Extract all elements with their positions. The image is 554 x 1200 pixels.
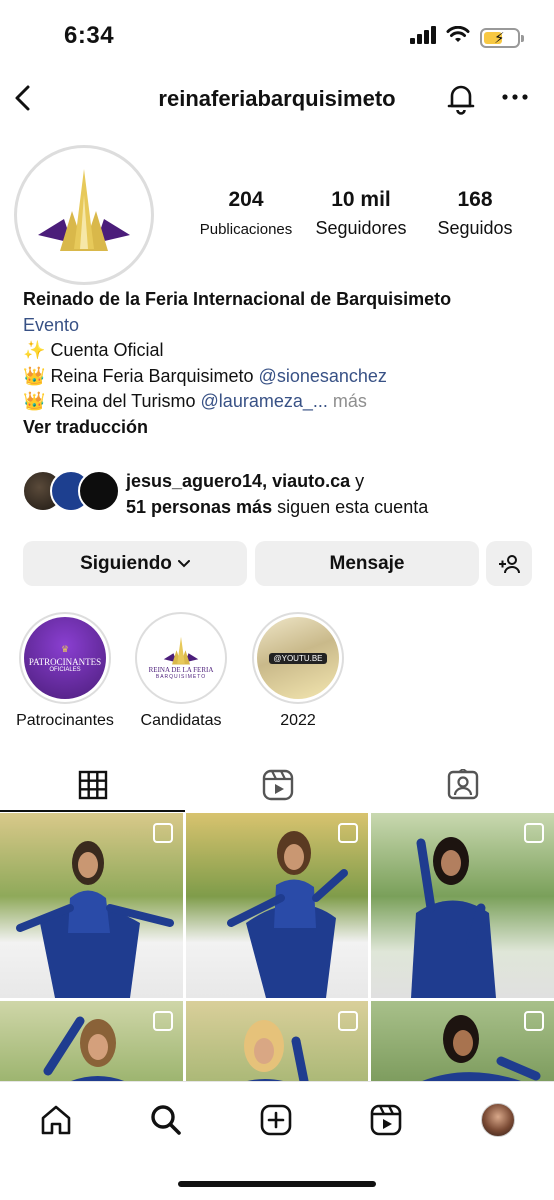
multiple-photos-icon — [338, 823, 358, 843]
mutual-suffix: siguen esta cuenta — [277, 497, 429, 517]
bio-line-2: 👑 Reina Feria Barquisimeto @sionesanchez — [23, 364, 533, 390]
highlight-cover-sub: Oficiales — [49, 666, 81, 673]
add-user-icon — [499, 554, 520, 573]
sparkles-icon: ✨ — [23, 340, 46, 360]
battery-charging-icon: ⚡ — [480, 27, 524, 48]
stat-following-value: 168 — [457, 188, 493, 211]
tab-grid[interactable] — [0, 758, 185, 812]
highlight-label: Patrocinantes — [16, 712, 114, 729]
reels-icon — [262, 769, 293, 801]
tab-reels[interactable] — [185, 758, 370, 812]
stat-followers-label: Seguidores — [315, 218, 407, 238]
bio-line-1-text: Cuenta Oficial — [50, 340, 164, 360]
status-time: 6:34 — [64, 22, 115, 49]
highlight-cover-text: Patrocinantes — [28, 656, 102, 667]
profile-header: reinaferiabarquisimeto — [0, 72, 554, 124]
mutual-followers-text[interactable]: jesus_aguero14, viauto.ca y 51 personas … — [126, 468, 428, 520]
post-tile[interactable] — [0, 1001, 183, 1081]
multiple-photos-icon — [524, 823, 544, 843]
bio-line-3: 👑 Reina del Turismo @laurameza_... más — [23, 389, 533, 415]
multiple-photos-icon — [153, 823, 173, 843]
status-bar: 6:34 ⚡ — [0, 0, 554, 72]
create-icon[interactable] — [256, 1100, 296, 1140]
grid-icon — [78, 770, 107, 800]
profile-bio: Reinado de la Feria Internacional de Bar… — [23, 287, 533, 440]
bell-icon[interactable] — [443, 80, 479, 116]
bio-mention-1[interactable]: @sionesanchez — [259, 366, 387, 386]
following-button[interactable]: Siguiendo — [23, 541, 247, 586]
following-label: Siguiendo — [80, 552, 172, 574]
highlight-2022[interactable]: @YOUTU.BE 2022 — [248, 612, 348, 730]
bio-line-1: ✨ Cuenta Oficial — [23, 338, 533, 364]
home-indicator — [178, 1181, 376, 1187]
bio-mention-2[interactable]: @laurameza_... — [201, 391, 328, 411]
mutual-names: jesus_aguero14, viauto.ca — [126, 471, 351, 491]
add-user-button[interactable] — [486, 541, 532, 586]
highlight-cover-sub: BARQUISIMETO — [155, 674, 207, 680]
mutual-conj: y — [355, 471, 365, 491]
tagged-icon — [447, 769, 478, 800]
wifi-icon — [446, 25, 470, 49]
reels-icon[interactable] — [366, 1100, 406, 1140]
bio-more-link[interactable]: más — [333, 391, 367, 411]
mutual-avatar — [78, 470, 120, 512]
post-tile[interactable] — [186, 1001, 368, 1081]
more-icon[interactable] — [498, 82, 532, 112]
mutual-count: 51 personas más — [126, 497, 273, 517]
post-tile[interactable] — [371, 1001, 554, 1081]
search-icon[interactable] — [146, 1100, 186, 1140]
mutual-followers-avatars[interactable] — [22, 470, 120, 512]
signal-icon — [410, 26, 436, 49]
profile-tabs — [0, 758, 554, 812]
posts-grid — [0, 813, 554, 1081]
stat-posts[interactable]: 204 Publicaciones — [194, 188, 298, 238]
crown-icon: 👑 — [23, 391, 46, 411]
highlight-label: Candidatas — [140, 712, 222, 729]
highlight-candidatas[interactable]: REINA DE LA FERIA BARQUISIMETO Candidata… — [131, 612, 231, 730]
bio-line-2-text: Reina Feria Barquisimeto — [50, 365, 254, 386]
status-icons: ⚡ — [410, 25, 524, 49]
bio-line-3-text: Reina del Turismo — [50, 391, 196, 411]
stat-followers-value: 10 mil — [331, 188, 391, 211]
multiple-photos-icon — [524, 1011, 544, 1031]
profile-avatar[interactable] — [478, 1100, 518, 1140]
chevron-down-icon — [177, 559, 190, 568]
stat-following[interactable]: 168 Seguidos — [428, 188, 522, 239]
home-icon[interactable] — [36, 1100, 76, 1140]
highlight-label: 2022 — [280, 712, 316, 729]
translate-link[interactable]: Ver traducción — [23, 415, 533, 441]
highlight-cover-text: @YOUTU.BE — [269, 652, 327, 664]
crown-icon: 👑 — [23, 365, 46, 386]
active-tab-indicator — [0, 810, 185, 812]
bio-category[interactable]: Evento — [23, 313, 533, 339]
tab-tagged[interactable] — [370, 758, 554, 812]
message-button[interactable]: Mensaje — [255, 541, 479, 586]
bio-name: Reinado de la Feria Internacional de Bar… — [23, 289, 452, 309]
message-label: Mensaje — [329, 552, 405, 574]
multiple-photos-icon — [338, 1011, 358, 1031]
highlight-cover: ♛ Patrocinantes Oficiales — [24, 617, 106, 699]
profile-avatar[interactable] — [14, 145, 154, 285]
post-tile[interactable] — [371, 813, 554, 998]
highlight-patrocinantes[interactable]: ♛ Patrocinantes Oficiales Patrocinantes — [15, 612, 115, 730]
stat-posts-label: Publicaciones — [199, 221, 293, 238]
stat-posts-value: 204 — [228, 188, 264, 211]
highlight-cover: REINA DE LA FERIA BARQUISIMETO — [140, 617, 222, 699]
crown-logo-icon — [38, 169, 130, 251]
multiple-photos-icon — [153, 1011, 173, 1031]
post-tile[interactable] — [186, 813, 368, 998]
post-tile[interactable] — [0, 813, 183, 998]
stat-following-label: Seguidos — [437, 218, 513, 238]
crown-logo-icon — [163, 636, 199, 665]
highlight-cover-text: REINA DE LA FERIA — [148, 666, 214, 674]
highlight-cover: @YOUTU.BE — [257, 617, 339, 699]
stat-followers[interactable]: 10 mil Seguidores — [308, 188, 414, 239]
